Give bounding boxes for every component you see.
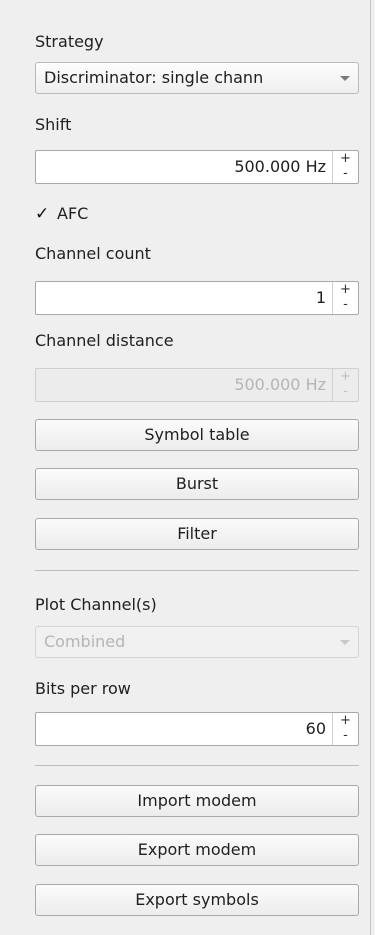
decrement-icon[interactable]: - [333, 297, 358, 313]
decrement-icon[interactable]: - [333, 166, 358, 182]
decrement-icon[interactable]: - [333, 728, 358, 744]
afc-label: AFC [57, 204, 89, 223]
increment-icon[interactable]: + [333, 369, 358, 385]
plot-channels-combo[interactable]: Combined [35, 626, 359, 658]
increment-icon[interactable]: + [333, 282, 358, 298]
bits-per-row-spinbox[interactable]: 60 + - [35, 712, 359, 746]
shift-label: Shift [35, 115, 72, 134]
afc-checkbox[interactable]: ✓ [35, 205, 53, 223]
increment-icon[interactable]: + [333, 151, 358, 167]
modem-settings-panel: Strategy Discriminator: single chann Shi… [18, 0, 371, 935]
chevron-down-icon [340, 640, 350, 645]
channel-count-spinbox[interactable]: 1 + - [35, 281, 359, 315]
channel-count-stepper[interactable]: + - [332, 282, 358, 314]
bits-per-row-stepper[interactable]: + - [332, 713, 358, 745]
divider [35, 570, 359, 571]
channel-count-value: 1 [315, 288, 326, 307]
channel-distance-stepper[interactable]: + - [332, 369, 358, 401]
bits-per-row-label: Bits per row [35, 679, 131, 698]
channel-count-label: Channel count [35, 244, 151, 263]
bits-per-row-value: 60 [305, 719, 326, 738]
burst-button[interactable]: Burst [35, 468, 359, 500]
shift-value: 500.000 Hz [234, 157, 326, 176]
plot-channels-label: Plot Channel(s) [35, 595, 157, 614]
symbol-table-button[interactable]: Symbol table [35, 419, 359, 451]
channel-distance-spinbox[interactable]: 500.000 Hz + - [35, 368, 359, 402]
shift-stepper[interactable]: + - [332, 151, 358, 183]
strategy-combo[interactable]: Discriminator: single chann [35, 62, 359, 94]
chevron-down-icon [340, 76, 350, 81]
decrement-icon[interactable]: - [333, 384, 358, 400]
plot-channels-selected: Combined [44, 632, 126, 651]
import-modem-button[interactable]: Import modem [35, 785, 359, 817]
shift-spinbox[interactable]: 500.000 Hz + - [35, 150, 359, 184]
export-modem-button[interactable]: Export modem [35, 834, 359, 866]
channel-distance-value: 500.000 Hz [234, 375, 326, 394]
strategy-label: Strategy [35, 32, 104, 51]
filter-button[interactable]: Filter [35, 518, 359, 550]
export-symbols-button[interactable]: Export symbols [35, 884, 359, 916]
increment-icon[interactable]: + [333, 713, 358, 729]
channel-distance-label: Channel distance [35, 331, 174, 350]
divider [35, 765, 359, 766]
strategy-selected: Discriminator: single chann [44, 68, 264, 87]
